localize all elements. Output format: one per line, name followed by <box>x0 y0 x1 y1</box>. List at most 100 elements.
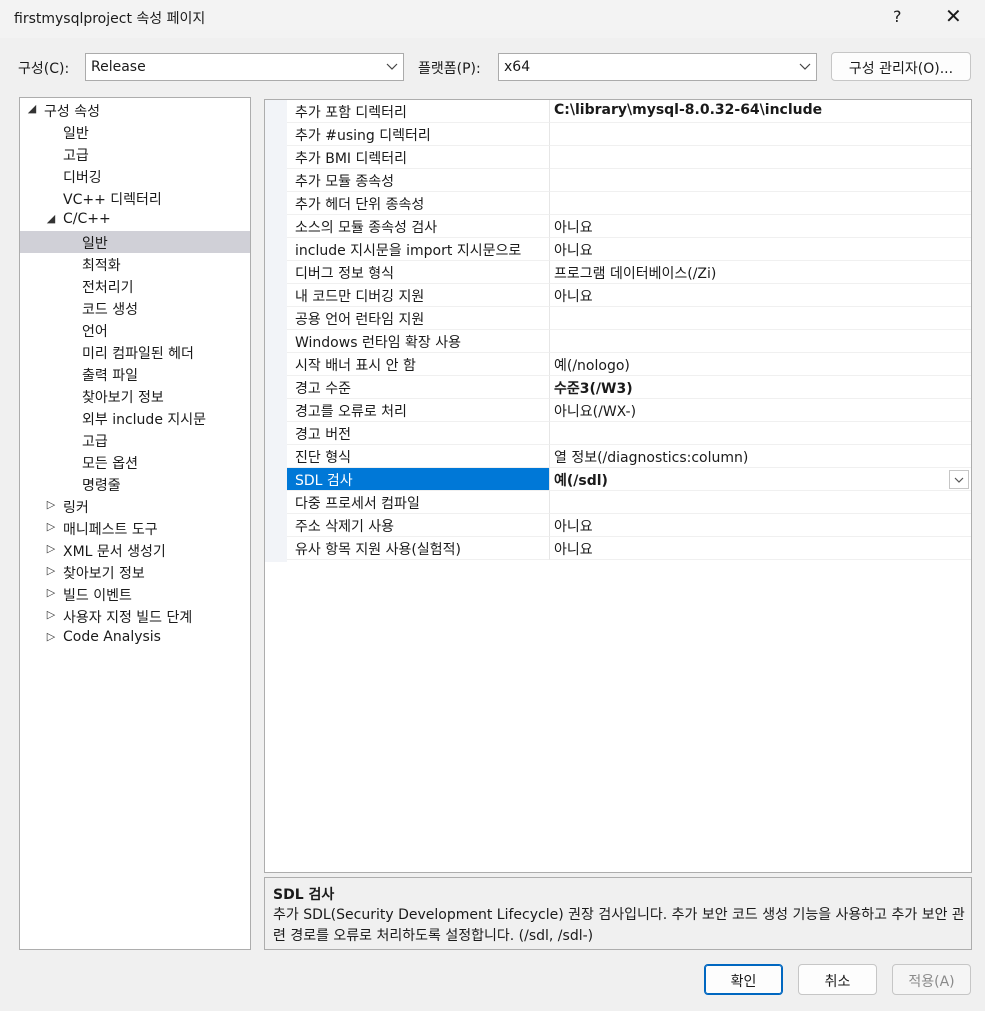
tree-item[interactable]: 언어 <box>20 319 250 341</box>
tree-item-label: 언어 <box>82 324 108 340</box>
property-value-text: 아니요 <box>554 542 593 558</box>
property-value-text: C:\library\mysql-8.0.32-64\include <box>554 102 823 118</box>
property-row[interactable]: 추가 헤더 단위 종속성 <box>265 192 971 215</box>
property-value[interactable]: 프로그램 데이터베이스(/Zi) <box>549 261 971 284</box>
property-value[interactable]: 아니요 <box>549 514 971 537</box>
property-value[interactable] <box>549 422 971 445</box>
property-value[interactable] <box>549 123 971 146</box>
expanded-icon[interactable]: ◢ <box>26 102 38 115</box>
tree-item[interactable]: 코드 생성 <box>20 297 250 319</box>
tree-item[interactable]: ▷ 매니페스트 도구 <box>20 517 250 539</box>
property-value[interactable]: 아니요 <box>549 284 971 307</box>
property-value[interactable]: C:\library\mysql-8.0.32-64\include <box>549 100 971 123</box>
platform-dropdown[interactable]: x64 <box>498 53 817 81</box>
collapsed-icon[interactable]: ▷ <box>45 586 57 599</box>
tree-item[interactable]: 일반 <box>20 231 250 253</box>
property-row[interactable]: 경고 버전 <box>265 422 971 445</box>
tree-item[interactable]: 최적화 <box>20 253 250 275</box>
collapsed-icon[interactable]: ▷ <box>45 630 57 643</box>
chevron-down-icon <box>954 477 964 483</box>
close-button[interactable]: ✕ <box>945 4 962 28</box>
property-row[interactable]: 추가 BMI 디렉터리 <box>265 146 971 169</box>
tree-item[interactable]: 찾아보기 정보 <box>20 385 250 407</box>
tree-item[interactable]: 출력 파일 <box>20 363 250 385</box>
value-dropdown-button[interactable] <box>949 470 969 489</box>
property-name: 주소 삭제기 사용 <box>287 514 549 537</box>
property-row[interactable]: 공용 언어 런타임 지원 <box>265 307 971 330</box>
tree-item[interactable]: 외부 include 지시문 <box>20 407 250 429</box>
property-value[interactable]: 아니요 <box>549 238 971 261</box>
tree-item[interactable]: 디버깅 <box>20 165 250 187</box>
tree-item[interactable]: 전처리기 <box>20 275 250 297</box>
tree-item[interactable]: ▷ 찾아보기 정보 <box>20 561 250 583</box>
property-value[interactable]: 아니요 <box>549 537 971 560</box>
expanded-icon[interactable]: ◢ <box>45 212 57 225</box>
tree-item-label: XML 문서 생성기 <box>63 544 166 560</box>
property-row[interactable]: 유사 항목 지원 사용(실험적) 아니요 <box>265 537 971 560</box>
window-title: firstmysqlproject 속성 페이지 <box>14 11 206 27</box>
property-name: 경고 버전 <box>287 422 549 445</box>
property-value[interactable] <box>549 491 971 514</box>
property-row[interactable]: 소스의 모듈 종속성 검사 아니요 <box>265 215 971 238</box>
tree-item[interactable]: ◢ C/C++ <box>20 209 250 231</box>
property-row[interactable]: 추가 #using 디렉터리 <box>265 123 971 146</box>
property-value[interactable]: 아니요 <box>549 215 971 238</box>
property-name: 내 코드만 디버깅 지원 <box>287 284 549 307</box>
title-bar: firstmysqlproject 속성 페이지 ? ✕ <box>0 0 985 38</box>
tree-item[interactable]: 고급 <box>20 143 250 165</box>
collapsed-icon[interactable]: ▷ <box>45 542 57 555</box>
property-row[interactable]: 경고를 오류로 처리 아니요(/WX-) <box>265 399 971 422</box>
collapsed-icon[interactable]: ▷ <box>45 498 57 511</box>
tree-item[interactable]: ▷ 사용자 지정 빌드 단계 <box>20 605 250 627</box>
tree-item[interactable]: 모든 옵션 <box>20 451 250 473</box>
tree-item[interactable]: 미리 컴파일된 헤더 <box>20 341 250 363</box>
tree-item-label: 사용자 지정 빌드 단계 <box>63 610 193 626</box>
tree-item[interactable]: 명령줄 <box>20 473 250 495</box>
help-button[interactable]: ? <box>893 7 902 26</box>
property-value[interactable] <box>549 146 971 169</box>
property-row[interactable]: 추가 포함 디렉터리 C:\library\mysql-8.0.32-64\inc… <box>265 100 971 123</box>
tree-item[interactable]: 일반 <box>20 121 250 143</box>
tree-item[interactable]: ▷ 빌드 이벤트 <box>20 583 250 605</box>
property-row[interactable]: Windows 런타임 확장 사용 <box>265 330 971 353</box>
property-value[interactable] <box>549 169 971 192</box>
property-value[interactable]: 아니요(/WX-) <box>549 399 971 422</box>
property-value[interactable]: 예(/sdl) <box>549 468 971 491</box>
config-value: Release <box>91 59 146 75</box>
property-row[interactable]: 시작 배너 표시 안 함 예(/nologo) <box>265 353 971 376</box>
property-tree: ◢ 구성 속성 일반 고급 디버깅 VC++ 디렉터리 ◢ C/C++ 일반 최적화 전처리기 코드 … <box>19 97 251 950</box>
property-value[interactable] <box>549 307 971 330</box>
tree-item[interactable]: ▷ XML 문서 생성기 <box>20 539 250 561</box>
property-row[interactable]: 디버그 정보 형식 프로그램 데이터베이스(/Zi) <box>265 261 971 284</box>
cancel-button[interactable]: 취소 <box>798 964 877 995</box>
tree-item[interactable]: ◢ 구성 속성 <box>20 99 250 121</box>
collapsed-icon[interactable]: ▷ <box>45 564 57 577</box>
property-value[interactable]: 열 정보(/diagnostics:column) <box>549 445 971 468</box>
tree-item[interactable]: 고급 <box>20 429 250 451</box>
property-value[interactable]: 예(/nologo) <box>549 353 971 376</box>
property-row[interactable]: 주소 삭제기 사용 아니요 <box>265 514 971 537</box>
property-row[interactable]: 내 코드만 디버깅 지원 아니요 <box>265 284 971 307</box>
property-value-text: 열 정보(/diagnostics:column) <box>554 450 749 466</box>
property-name: include 지시문을 import 지시문으로 <box>287 238 549 261</box>
property-row[interactable]: 경고 수준 수준3(/W3) <box>265 376 971 399</box>
tree-item-label: 일반 <box>63 126 89 142</box>
property-row[interactable]: 진단 형식 열 정보(/diagnostics:column) <box>265 445 971 468</box>
property-value[interactable] <box>549 192 971 215</box>
property-row[interactable]: include 지시문을 import 지시문으로 아니요 <box>265 238 971 261</box>
property-row[interactable]: SDL 검사 예(/sdl) <box>265 468 971 491</box>
property-value-text: 아니요 <box>554 243 593 259</box>
apply-button[interactable]: 적용(A) <box>892 964 971 995</box>
collapsed-icon[interactable]: ▷ <box>45 608 57 621</box>
tree-item[interactable]: VC++ 디렉터리 <box>20 187 250 209</box>
property-value[interactable] <box>549 330 971 353</box>
property-row[interactable]: 다중 프로세서 컴파일 <box>265 491 971 514</box>
tree-item[interactable]: ▷ Code Analysis <box>20 627 250 649</box>
property-row[interactable]: 추가 모듈 종속성 <box>265 169 971 192</box>
ok-button[interactable]: 확인 <box>704 964 783 995</box>
config-manager-button[interactable]: 구성 관리자(O)... <box>831 52 971 81</box>
property-value[interactable]: 수준3(/W3) <box>549 376 971 399</box>
collapsed-icon[interactable]: ▷ <box>45 520 57 533</box>
config-dropdown[interactable]: Release <box>85 53 404 81</box>
tree-item[interactable]: ▷ 링커 <box>20 495 250 517</box>
